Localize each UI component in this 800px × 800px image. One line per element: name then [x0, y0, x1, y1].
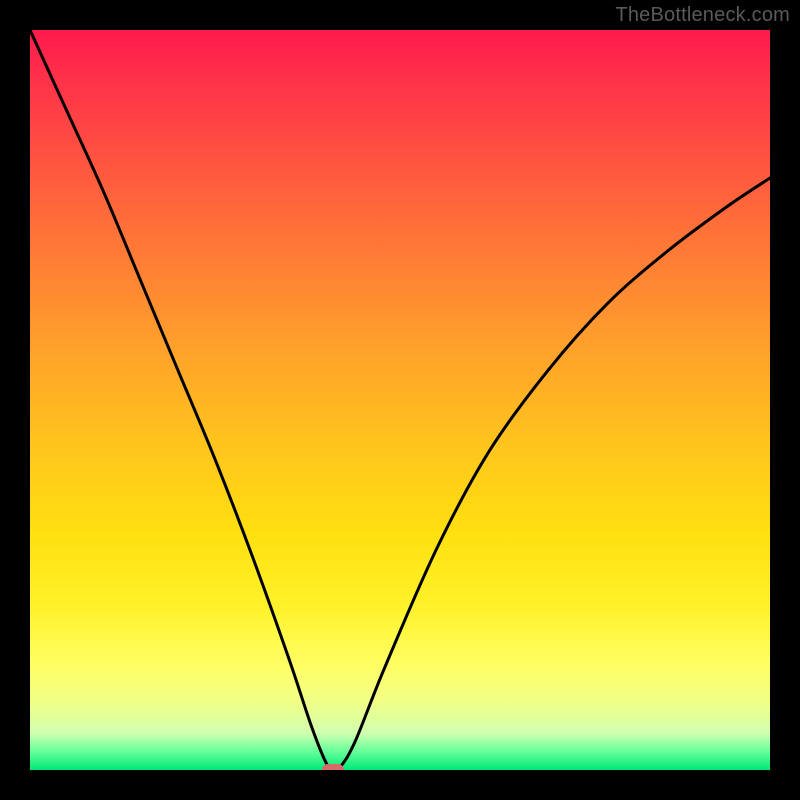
curve-layer: [30, 30, 770, 770]
optimal-marker: [322, 764, 344, 770]
plot-area: [30, 30, 770, 770]
chart-container: TheBottleneck.com: [0, 0, 800, 800]
bottleneck-curve: [30, 30, 770, 770]
watermark-text: TheBottleneck.com: [615, 4, 790, 27]
